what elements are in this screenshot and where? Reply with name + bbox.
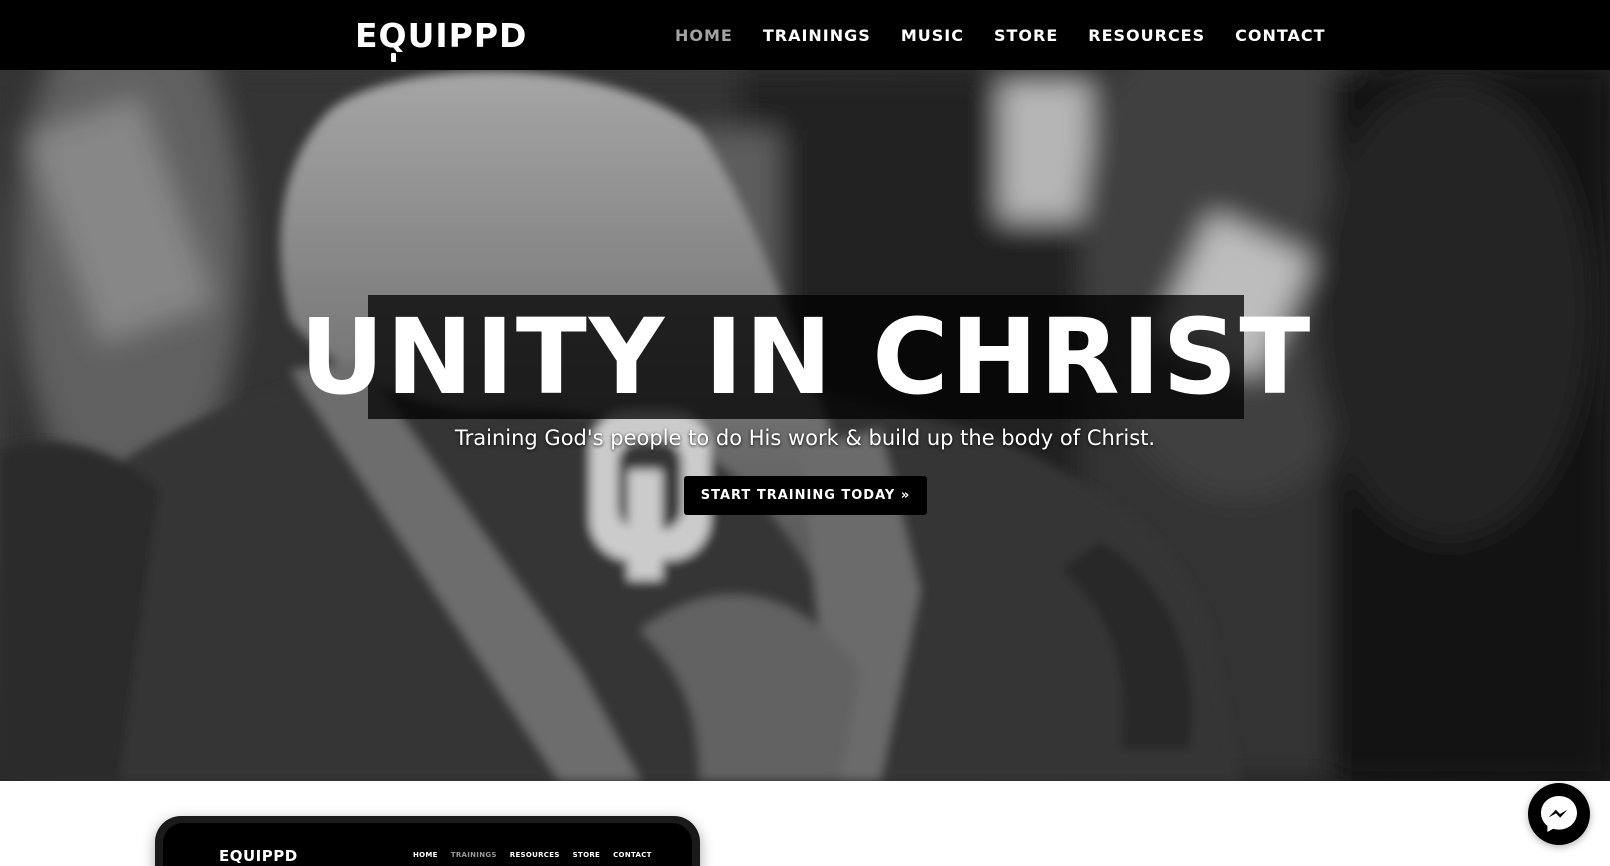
nav-resources-link[interactable]: RESOURCES xyxy=(1088,26,1205,45)
main-nav: HOME TRAININGS MUSIC STORE RESOURCES CON… xyxy=(675,0,1326,70)
start-training-button[interactable]: START TRAINING TODAY » xyxy=(684,476,927,515)
device-preview-nav-item: STORE xyxy=(572,851,601,859)
nav-contact-link[interactable]: CONTACT xyxy=(1235,26,1325,45)
device-mockup: EQUIPPD HOME TRAININGS RESOURCES STORE C… xyxy=(155,816,700,866)
nav-music-link[interactable]: MUSIC xyxy=(901,26,964,45)
device-screen: EQUIPPD HOME TRAININGS RESOURCES STORE C… xyxy=(163,823,692,866)
hero-section: UNITY IN CHRIST Training God's people to… xyxy=(0,70,1610,781)
hero-subtitle: Training God's people to do His work & b… xyxy=(454,426,1156,450)
nav-home-link[interactable]: HOME xyxy=(675,26,733,45)
device-preview-nav-item: TRAININGS xyxy=(450,851,497,859)
device-preview-nav-item: HOME xyxy=(413,851,438,859)
top-navigation-bar: E Q UIPPD HOME TRAININGS MUSIC STORE RESOU… xyxy=(0,0,1610,70)
device-preview-logo: EQUIPPD xyxy=(219,847,298,865)
device-preview-nav-item: CONTACT xyxy=(613,851,652,859)
device-preview-nav: HOME TRAININGS RESOURCES STORE CONTACT xyxy=(413,851,652,859)
content-section: EQUIPPD HOME TRAININGS RESOURCES STORE C… xyxy=(0,781,1610,866)
nav-store-link[interactable]: STORE xyxy=(994,26,1058,45)
equippd-logo[interactable]: E Q UIPPD xyxy=(355,12,528,62)
nav-trainings-link[interactable]: TRAININGS xyxy=(763,26,871,45)
logo-text-part: E xyxy=(355,15,379,55)
messenger-icon xyxy=(1541,796,1577,832)
logo-text-rest: UIPPD xyxy=(407,15,528,55)
messenger-chat-button[interactable] xyxy=(1528,783,1590,845)
hero-title: UNITY IN CHRIST xyxy=(299,295,1313,419)
logo-q-mark: Q xyxy=(378,15,408,62)
device-preview-nav-item: RESOURCES xyxy=(509,851,560,859)
